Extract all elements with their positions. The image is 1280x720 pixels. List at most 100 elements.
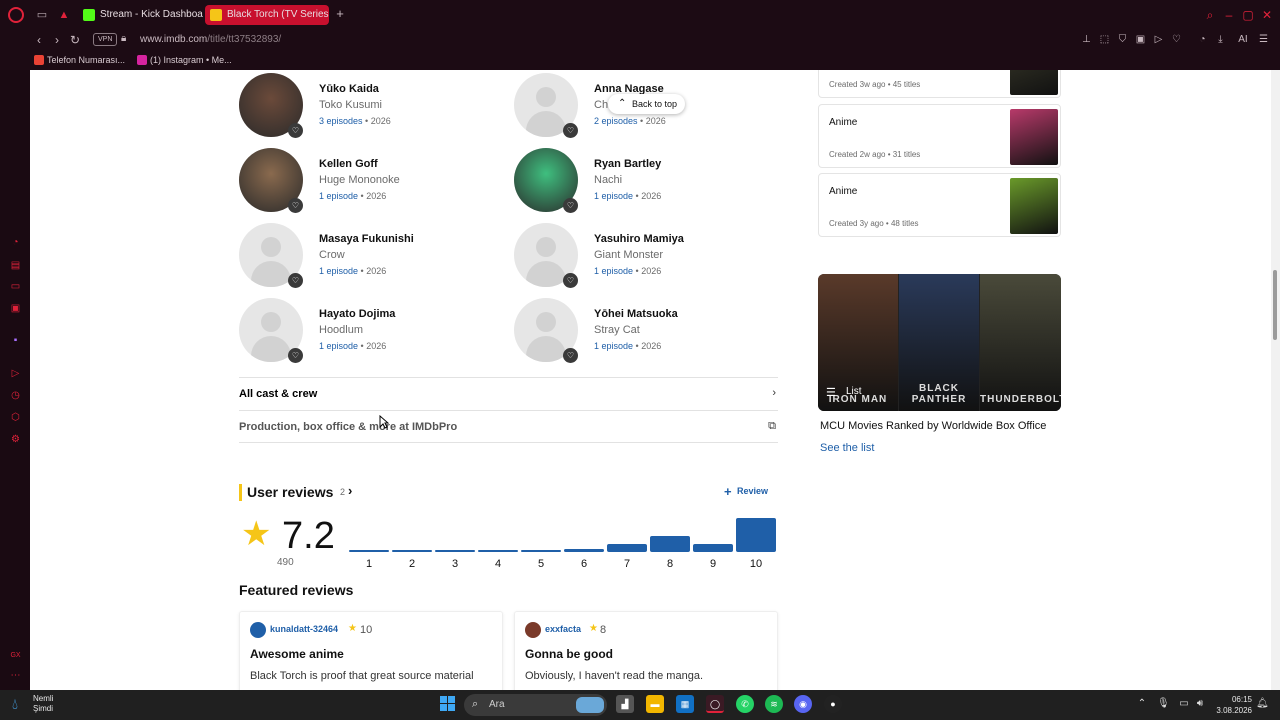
vk-icon[interactable]: ▣ [10, 303, 21, 314]
reload-icon[interactable]: ↻ [68, 33, 82, 47]
episodes-link[interactable]: 1 episode [594, 341, 633, 351]
favorite-heart-icon[interactable]: ♡ [288, 348, 303, 363]
task-view-icon[interactable]: ▟ [616, 695, 634, 713]
taskbar-search[interactable]: ⌕ Ara [464, 694, 607, 716]
histogram-bar[interactable] [607, 544, 647, 552]
github-icon[interactable]: ● [824, 695, 842, 713]
cast-name[interactable]: Yasuhiro Mamiya [594, 233, 684, 245]
tab-black-torch[interactable]: Black Torch (TV Series 202 [205, 5, 329, 25]
bookmark-gmail[interactable]: Telefon Numarası... [34, 53, 125, 67]
favorite-heart-icon[interactable]: ♡ [563, 123, 578, 138]
weather-icon[interactable]: 💧︎ [12, 695, 30, 715]
maximize-icon[interactable]: ▢ [1241, 8, 1255, 22]
spotify-icon[interactable]: ≋ [765, 695, 783, 713]
player-icon[interactable]: ▷ [10, 368, 21, 379]
user-reviews-title[interactable]: User reviews [247, 484, 333, 500]
easy-setup-icon[interactable]: ☰ [1257, 33, 1270, 46]
episodes-link[interactable]: 1 episode [594, 266, 633, 276]
all-cast-crew-link[interactable]: All cast & crew › [239, 377, 778, 410]
review-headline[interactable]: Awesome anime [250, 647, 344, 661]
aria-ai-button[interactable]: AI [1234, 33, 1252, 46]
weather-widget[interactable]: Nemli Şimdi [33, 694, 53, 714]
histogram-bar[interactable] [349, 550, 389, 552]
episodes-link[interactable]: 1 episode [319, 266, 358, 276]
histogram-bar[interactable] [521, 550, 561, 552]
reviewer-name[interactable]: exxfacta [545, 624, 581, 634]
heart-icon[interactable]: ♡ [1170, 33, 1183, 46]
histogram-bar[interactable] [478, 550, 518, 552]
review-card[interactable]: exxfacta ★ 8 Gonna be good Obviously, I … [514, 611, 778, 690]
file-explorer-icon[interactable]: ▬ [646, 695, 664, 713]
review-headline[interactable]: Gonna be good [525, 647, 613, 661]
url-field[interactable]: www.imdb.com/title/tt37532893/ [140, 33, 281, 47]
scrollbar-thumb[interactable] [1273, 270, 1277, 340]
lock-icon[interactable]: 🔒︎ [121, 33, 131, 45]
favorite-heart-icon[interactable]: ♡ [288, 123, 303, 138]
cast-name[interactable]: Ryan Bartley [594, 158, 661, 170]
vpn-badge[interactable]: VPN [93, 33, 118, 46]
wallet-icon[interactable]: ▣ [1134, 33, 1147, 46]
page-scrollbar[interactable] [1271, 70, 1280, 690]
search-tabs-icon[interactable]: ⌕ [1203, 8, 1217, 22]
tab-kick-dashboard[interactable]: Stream - Kick Dashboard [78, 5, 203, 25]
forward-icon[interactable]: › [50, 33, 64, 47]
snapshot-icon[interactable]: ⬚ [1098, 33, 1111, 46]
favorite-heart-icon[interactable]: ♡ [288, 273, 303, 288]
twitch-icon[interactable]: ▪ [10, 335, 21, 346]
back-icon[interactable]: ‹ [32, 33, 46, 47]
cast-name[interactable]: Hayato Dojima [319, 308, 395, 320]
chevron-up-icon[interactable]: ⌃ [1136, 698, 1148, 710]
discord-icon[interactable]: ◉ [794, 695, 812, 713]
volume-icon[interactable]: 🔊︎ [1194, 698, 1206, 710]
episodes-link[interactable]: 1 episode [319, 341, 358, 351]
reviewer-name[interactable]: kunaldatt-32464 [270, 624, 338, 634]
windows-start-icon[interactable] [440, 696, 456, 712]
shield-icon[interactable]: ⛉ [1116, 33, 1129, 46]
close-icon[interactable]: ✕ [1260, 8, 1274, 22]
settings-icon[interactable]: ⚙ [10, 434, 21, 445]
minimize-icon[interactable]: – [1222, 8, 1236, 22]
whatsapp-icon[interactable]: ✆ [736, 695, 754, 713]
chevron-right-icon[interactable]: › [348, 483, 352, 498]
mcu-list-image[interactable]: IRON MAN BLACK PANTHER THUNDERBOLTS ☰Lis… [818, 274, 1061, 411]
review-card[interactable]: kunaldatt-32464 ★ 10 Awesome anime Black… [239, 611, 503, 690]
microphone-icon[interactable]: 🎙︎ [1157, 698, 1170, 710]
favorite-heart-icon[interactable]: ♡ [563, 198, 578, 213]
histogram-bar[interactable] [650, 536, 690, 552]
favorite-heart-icon[interactable]: ♡ [288, 198, 303, 213]
histogram-bar[interactable] [736, 518, 776, 552]
gx-icon[interactable]: GX [10, 650, 21, 661]
back-to-top-button[interactable]: ⌃ Back to top [608, 94, 686, 114]
bookmark-instagram[interactable]: (1) Instagram • Me... [137, 53, 232, 67]
histogram-bar[interactable] [435, 550, 475, 552]
extensions-icon[interactable]: ⬡ [10, 412, 21, 423]
opera-menu-icon[interactable] [8, 7, 24, 23]
user-list-card[interactable]: Anime Created 3y ago • 48 titles [818, 173, 1061, 237]
episodes-link[interactable]: 1 episode [319, 191, 358, 201]
cast-name[interactable]: Yūko Kaida [319, 83, 379, 95]
more-icon[interactable]: ⋯ [10, 670, 21, 681]
imdbpro-link[interactable]: Production, box office & more at IMDbPro… [239, 410, 778, 443]
store-icon[interactable]: ▦ [676, 695, 694, 713]
user-list-card[interactable]: Created 3w ago • 45 titles [818, 70, 1061, 98]
opera-gx-icon[interactable]: ◯ [706, 695, 724, 713]
download-icon[interactable]: ⤓ [1214, 33, 1227, 46]
episodes-link[interactable]: 3 episodes [319, 116, 363, 126]
cast-name[interactable]: Masaya Fukunishi [319, 233, 414, 245]
favorite-heart-icon[interactable]: ♡ [563, 348, 578, 363]
mcu-list-title[interactable]: MCU Movies Ranked by Worldwide Box Offic… [820, 420, 1046, 432]
histogram-bar[interactable] [564, 549, 604, 552]
system-clock[interactable]: 06:15 3.08.2026 [1214, 694, 1252, 716]
tab-manager-icon[interactable]: ▭ [35, 8, 49, 22]
notifications-icon[interactable]: 🔔︎ [1256, 698, 1269, 710]
cast-name[interactable]: Yōhei Matsuoka [594, 308, 678, 320]
histogram-bar[interactable] [392, 550, 432, 552]
see-the-list-link[interactable]: See the list [820, 442, 874, 454]
new-tab-icon[interactable]: + [334, 7, 346, 20]
add-review-button[interactable]: + Review [724, 484, 768, 499]
play-icon[interactable]: ▷ [1152, 33, 1165, 46]
cast-name[interactable]: Kellen Goff [319, 158, 378, 170]
history-icon[interactable]: ◷ [10, 390, 21, 401]
episodes-link[interactable]: 2 episodes [594, 116, 638, 126]
adblock-icon[interactable]: ▲ [57, 8, 71, 22]
